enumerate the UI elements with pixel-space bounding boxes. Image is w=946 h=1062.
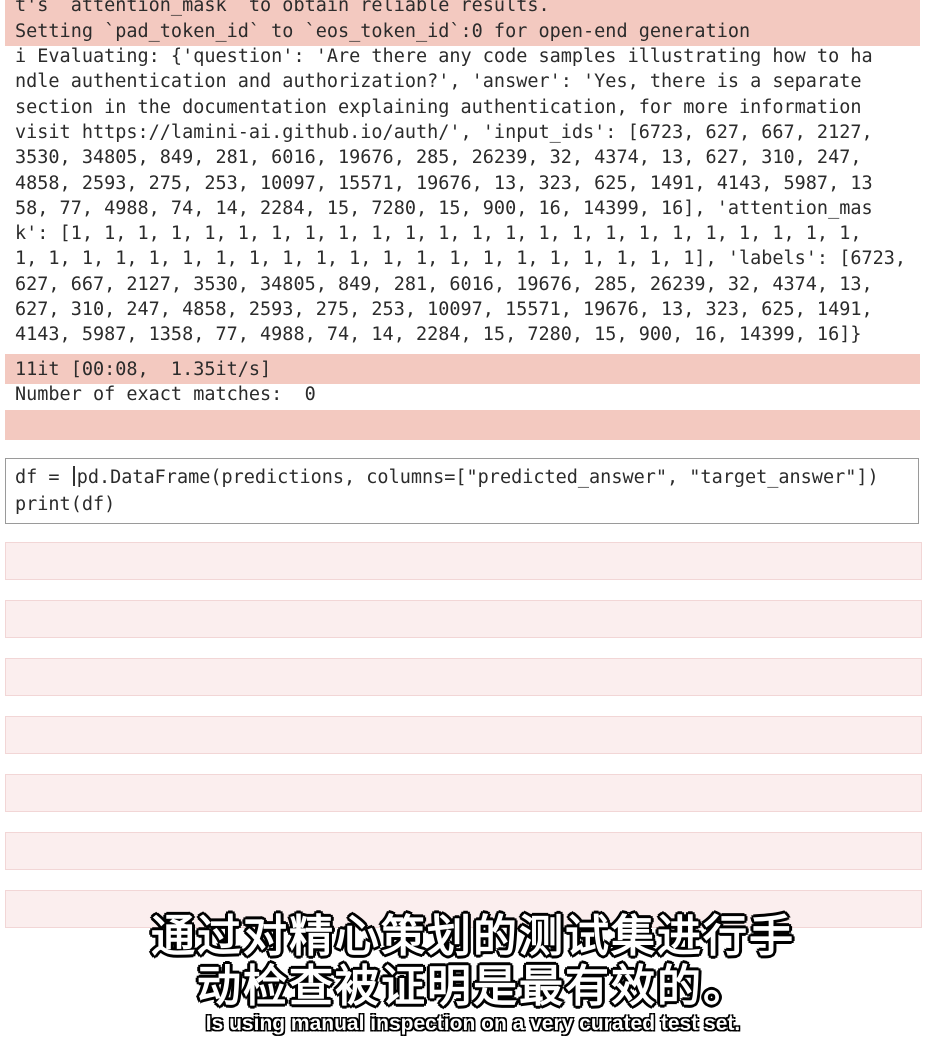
output-line: 627, 667, 2127, 3530, 34805, 849, 281, 6… [15,273,873,295]
output-line: ndle authentication and authorization?',… [15,71,862,93]
output-line: 1, 1, 1, 1, 1, 1, 1, 1, 1, 1, 1, 1, 1, 1… [15,248,907,270]
subtitle-zh-line-2: 动检查被证明是最有效的。 [197,961,749,1012]
text-cursor [72,466,75,486]
code-line-1: df = pd.DataFrame(predictions, columns=[… [15,464,879,491]
code-text: df = [15,467,71,488]
empty-cell[interactable] [5,774,922,812]
code-text: pd.DataFrame(predictions, columns=["pred… [76,467,879,488]
output-line: i Evaluating: {'question': 'Are there an… [15,46,873,67]
progress-text: 11it [00:08, 1.35it/s] [15,359,272,380]
output-line: 3530, 34805, 849, 281, 6016, 19676, 285,… [15,147,862,169]
empty-cell[interactable] [5,658,922,696]
output-line: k': [1, 1, 1, 1, 1, 1, 1, 1, 1, 1, 1, 1,… [15,223,862,245]
output-line: 58, 77, 4988, 74, 14, 2284, 15, 7280, 15… [15,197,873,219]
output-line: 627, 310, 247, 4858, 2593, 275, 253, 100… [15,299,873,320]
subtitle-en: Is using manual inspection on a very cur… [205,1012,741,1035]
stderr-line: Setting `pad_token_id` to `eos_token_id`… [15,21,751,42]
stderr-output-empty [5,410,920,440]
exact-matches-result: Number of exact matches: 0 [15,384,316,405]
output-line: 4858, 2593, 275, 253, 10097, 15571, 1967… [15,172,873,194]
empty-cell[interactable] [5,600,922,638]
code-line-2: print(df) [15,494,116,515]
empty-cell[interactable] [5,832,922,870]
empty-cell[interactable] [5,542,922,580]
code-cell-input[interactable]: df = pd.DataFrame(predictions, columns=[… [5,458,919,524]
empty-cell[interactable] [5,716,922,754]
output-line: section in the documentation explaining … [15,96,862,118]
output-line: visit https://lamini-ai.github.io/auth/'… [15,121,873,143]
output-line: 4143, 5987, 1358, 77, 4988, 74, 14, 2284… [15,324,862,346]
stderr-line: t's `attention_mask` to obtain reliable … [15,0,550,16]
